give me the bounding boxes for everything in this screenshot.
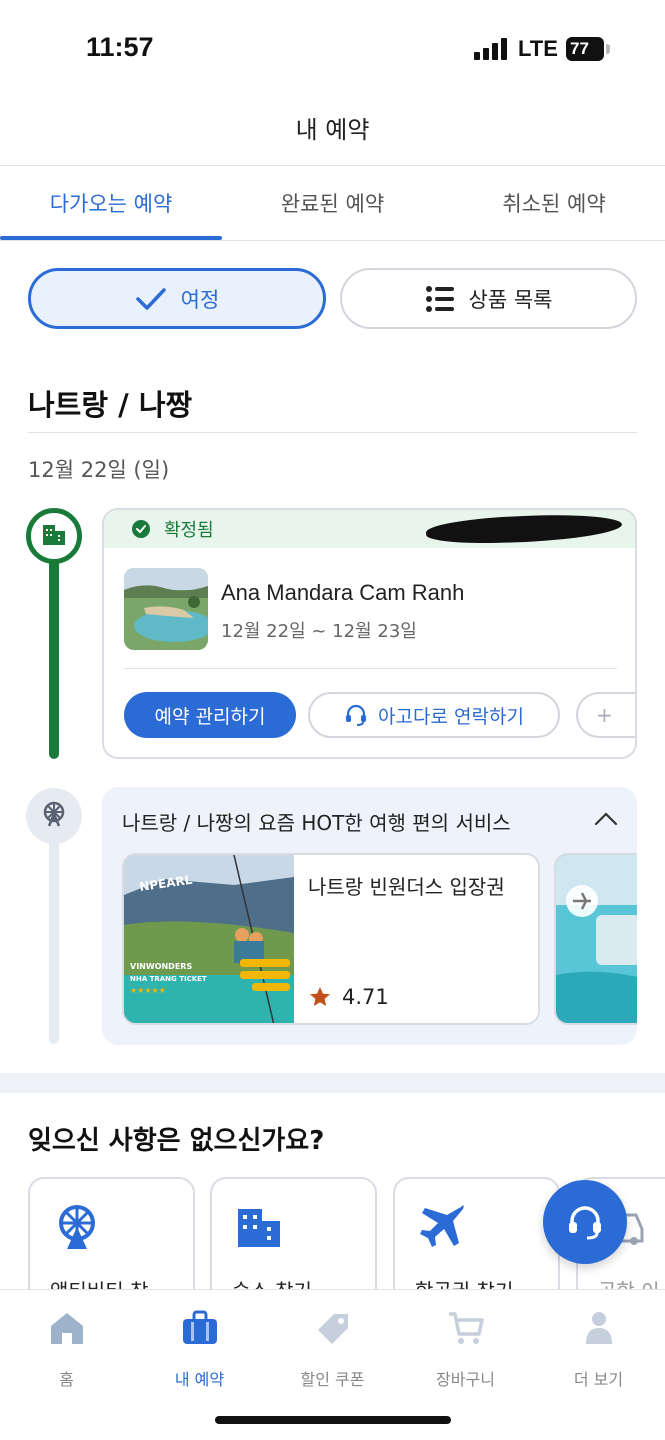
booking-tabs: 다가오는 예약 완료된 예약 취소된 예약 (0, 165, 665, 241)
nav-coupons[interactable]: 할인 쿠폰 (266, 1308, 399, 1390)
product-card-partial[interactable] (554, 853, 637, 1025)
person-icon (532, 1308, 665, 1348)
active-tab-indicator (0, 236, 222, 240)
manage-booking-button[interactable]: 예약 관리하기 (124, 692, 296, 738)
status-time: 11:57 (86, 32, 154, 62)
nav-cart[interactable]: 장바구니 (399, 1308, 532, 1390)
hotel-thumbnail (124, 568, 208, 650)
status-bar: 11:57 LTE 77 (0, 0, 665, 100)
nav-home-label: 홈 (59, 1370, 74, 1389)
ferris-wheel-icon (52, 1201, 102, 1255)
trip-view-button[interactable]: 여정 (28, 268, 326, 329)
building-icon (234, 1201, 284, 1255)
city-title: 나트랑 / 나짱 (28, 388, 193, 422)
list-icon (425, 284, 455, 314)
hot-services-panel: 나트랑 / 나짱의 요즘 HOT한 여행 편의 서비스 VINWONDERS N… (102, 787, 637, 1045)
headset-icon (565, 1202, 605, 1242)
nav-my-bookings-label: 내 예약 (174, 1370, 225, 1389)
tab-upcoming-label: 다가오는 예약 (49, 191, 173, 216)
trip-view-label: 여정 (180, 287, 220, 312)
more-actions-label: + (596, 703, 613, 727)
product-image-text-1: VINWONDERS (130, 962, 192, 971)
booking-card[interactable]: 확정됨 Ana Mandara Cam Ranh 12월 22일 ~ 12월 2… (102, 508, 637, 759)
airplane-icon (417, 1201, 467, 1255)
battery-tip (606, 44, 610, 54)
more-actions-button[interactable]: + (576, 692, 635, 738)
cart-icon (399, 1308, 532, 1348)
chevron-up-icon[interactable] (594, 811, 618, 831)
section-separator (0, 1073, 665, 1093)
building-icon (41, 521, 67, 551)
nav-my-bookings[interactable]: 내 예약 (133, 1308, 266, 1390)
timeline-node-activity (26, 788, 82, 844)
ferris-wheel-icon (40, 800, 68, 832)
tab-completed[interactable]: 완료된 예약 (222, 166, 443, 241)
tab-upcoming[interactable]: 다가오는 예약 (40, 166, 182, 241)
timeline-node-hotel (26, 508, 82, 564)
divider (124, 668, 617, 669)
product-rating-value: 4.71 (342, 985, 389, 1009)
trip-date: 12월 22일 (일) (28, 458, 170, 482)
product-rating: 4.71 (308, 985, 389, 1009)
manage-booking-label: 예약 관리하기 (154, 705, 266, 728)
network-type: LTE (518, 36, 558, 61)
booking-status-text: 확정됨 (164, 520, 214, 541)
star-icon (308, 985, 332, 1009)
home-icon (0, 1308, 133, 1348)
stay-dates: 12월 22일 ~ 12월 23일 (221, 621, 417, 642)
hotel-name[interactable]: Ana Mandara Cam Ranh (221, 580, 464, 606)
redaction-mark (425, 512, 623, 546)
svg-text:★★★★★: ★★★★★ (130, 986, 166, 995)
product-list-label: 상품 목록 (468, 287, 553, 312)
tab-cancelled-label: 취소된 예약 (502, 191, 606, 216)
product-list-button[interactable]: 상품 목록 (340, 268, 637, 329)
signal-icon (474, 38, 508, 60)
suitcase-icon (133, 1308, 266, 1348)
check-circle-icon (132, 520, 150, 538)
nav-more-label: 더 보기 (573, 1370, 624, 1389)
product-image-text-2: NHA TRANG TICKET (130, 975, 207, 983)
product-name: 나트랑 빈원더스 입장권 (308, 875, 505, 899)
headset-icon (344, 703, 368, 727)
check-icon (135, 286, 167, 312)
hot-services-title: 나트랑 / 나짱의 요즘 HOT한 여행 편의 서비스 (122, 811, 511, 835)
booking-status-bar: 확정됨 (104, 510, 635, 548)
timeline-line-suggestion (49, 820, 59, 1044)
tab-cancelled[interactable]: 취소된 예약 (443, 166, 665, 241)
nav-more[interactable]: 더 보기 (532, 1308, 665, 1390)
home-indicator (215, 1416, 451, 1424)
tab-completed-label: 완료된 예약 (280, 191, 385, 216)
product-card[interactable]: VINWONDERS NHA TRANG TICKET ★★★★★ NPEARL… (122, 853, 540, 1025)
product-image: VINWONDERS NHA TRANG TICKET ★★★★★ NPEARL (124, 855, 294, 1023)
page-title: 내 예약 (295, 116, 370, 144)
help-headset-button[interactable] (543, 1180, 627, 1264)
timeline-line-confirmed (49, 545, 59, 759)
forgot-title: 잊으신 사항은 없으신가요? (28, 1126, 325, 1156)
nav-home[interactable]: 홈 (0, 1308, 133, 1390)
battery-icon: 77 (566, 37, 604, 61)
nav-cart-label: 장바구니 (436, 1370, 495, 1389)
contact-agoda-label: 아고다로 연락하기 (378, 705, 524, 728)
tag-icon (266, 1308, 399, 1348)
divider (28, 432, 637, 433)
contact-agoda-button[interactable]: 아고다로 연락하기 (308, 692, 560, 738)
nav-coupons-label: 할인 쿠폰 (300, 1370, 365, 1389)
